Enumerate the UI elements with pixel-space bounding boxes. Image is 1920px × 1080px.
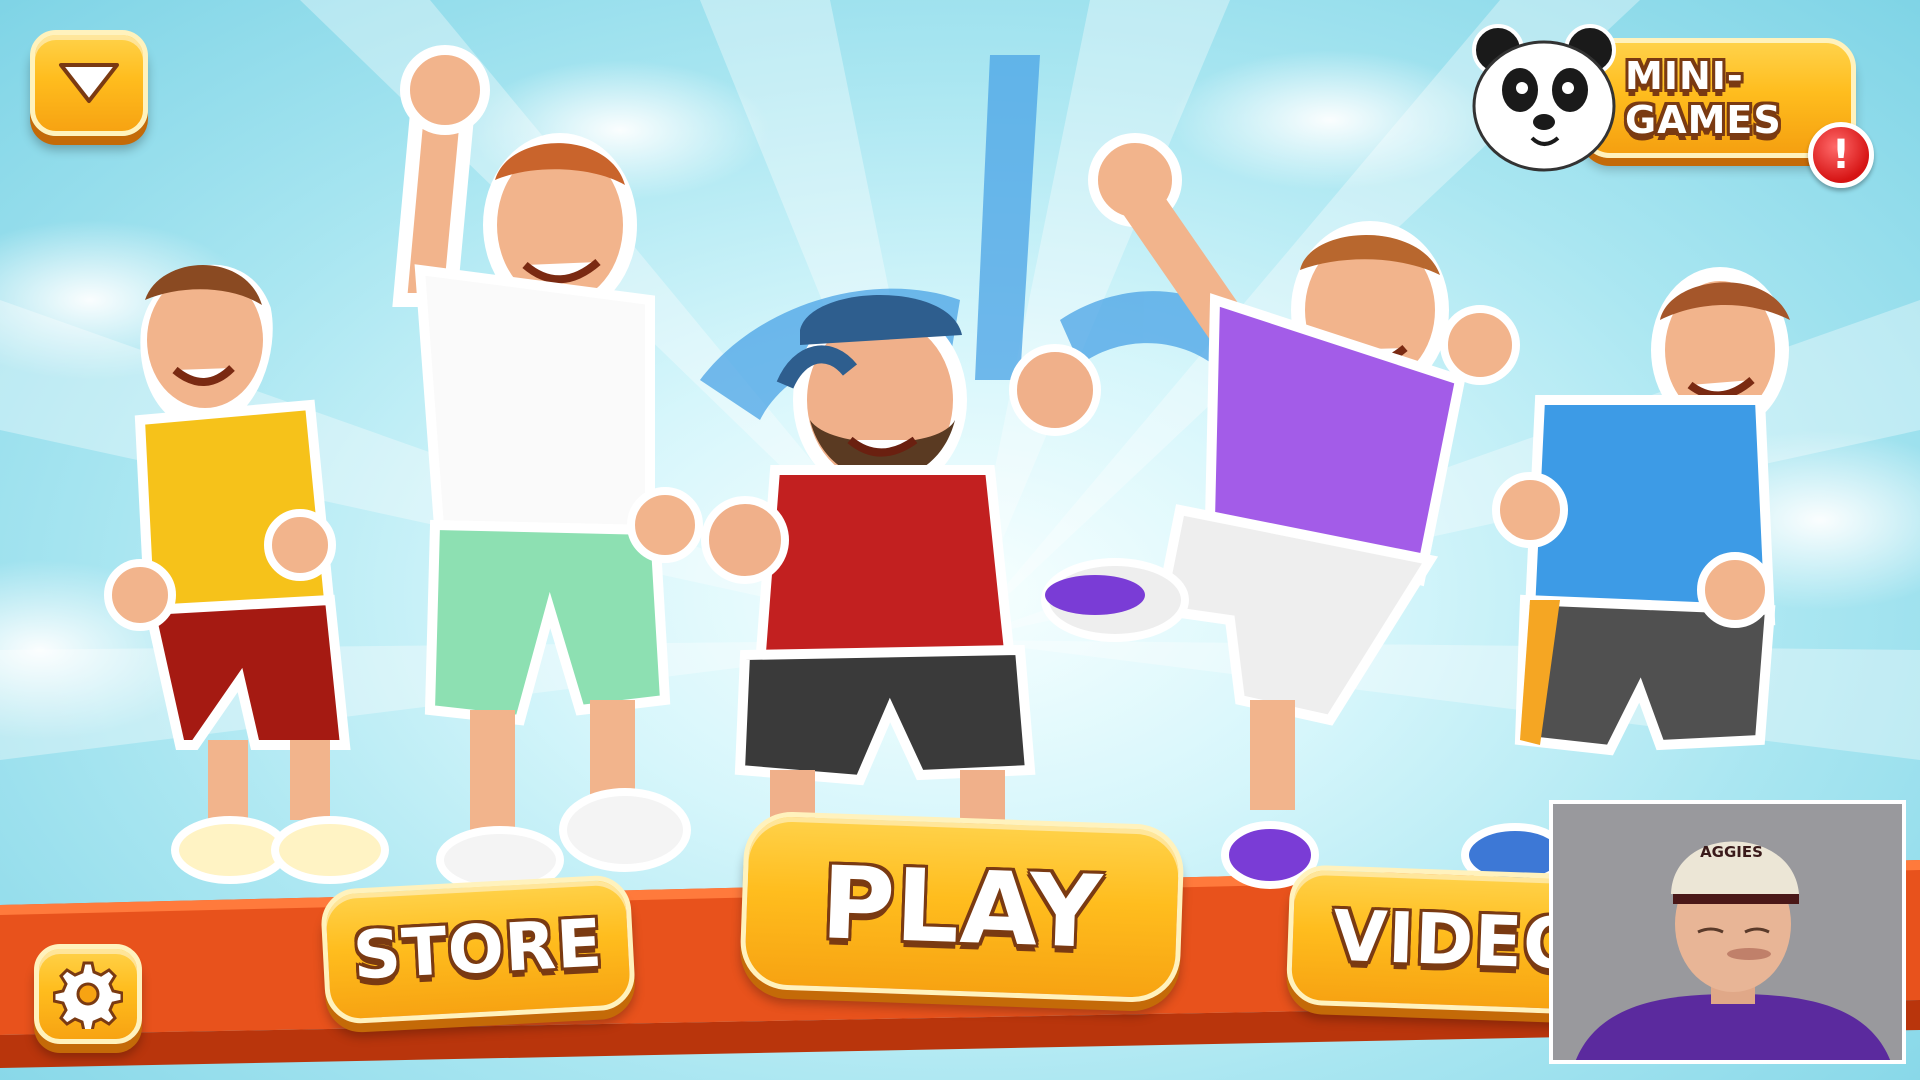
alert-badge-text: ! (1831, 132, 1851, 178)
store-button[interactable]: STORE (319, 873, 637, 1026)
play-label: PLAY (819, 843, 1105, 971)
store-label: STORE (351, 904, 605, 995)
character-yellow-shirt (104, 264, 389, 884)
webcam-overlay: AGGIES (1549, 800, 1906, 1064)
settings-button[interactable] (34, 944, 142, 1044)
exclamation-icon: ! (1808, 122, 1874, 188)
mini-games-label: MINI-GAMES (1625, 54, 1782, 142)
gear-icon (53, 961, 123, 1029)
play-button[interactable]: PLAY (739, 810, 1185, 1004)
menu-toggle-button[interactable] (30, 30, 148, 136)
cap-text: AGGIES (1700, 843, 1763, 861)
panda-icon[interactable] (1462, 18, 1624, 178)
chevron-down-icon (59, 63, 119, 103)
